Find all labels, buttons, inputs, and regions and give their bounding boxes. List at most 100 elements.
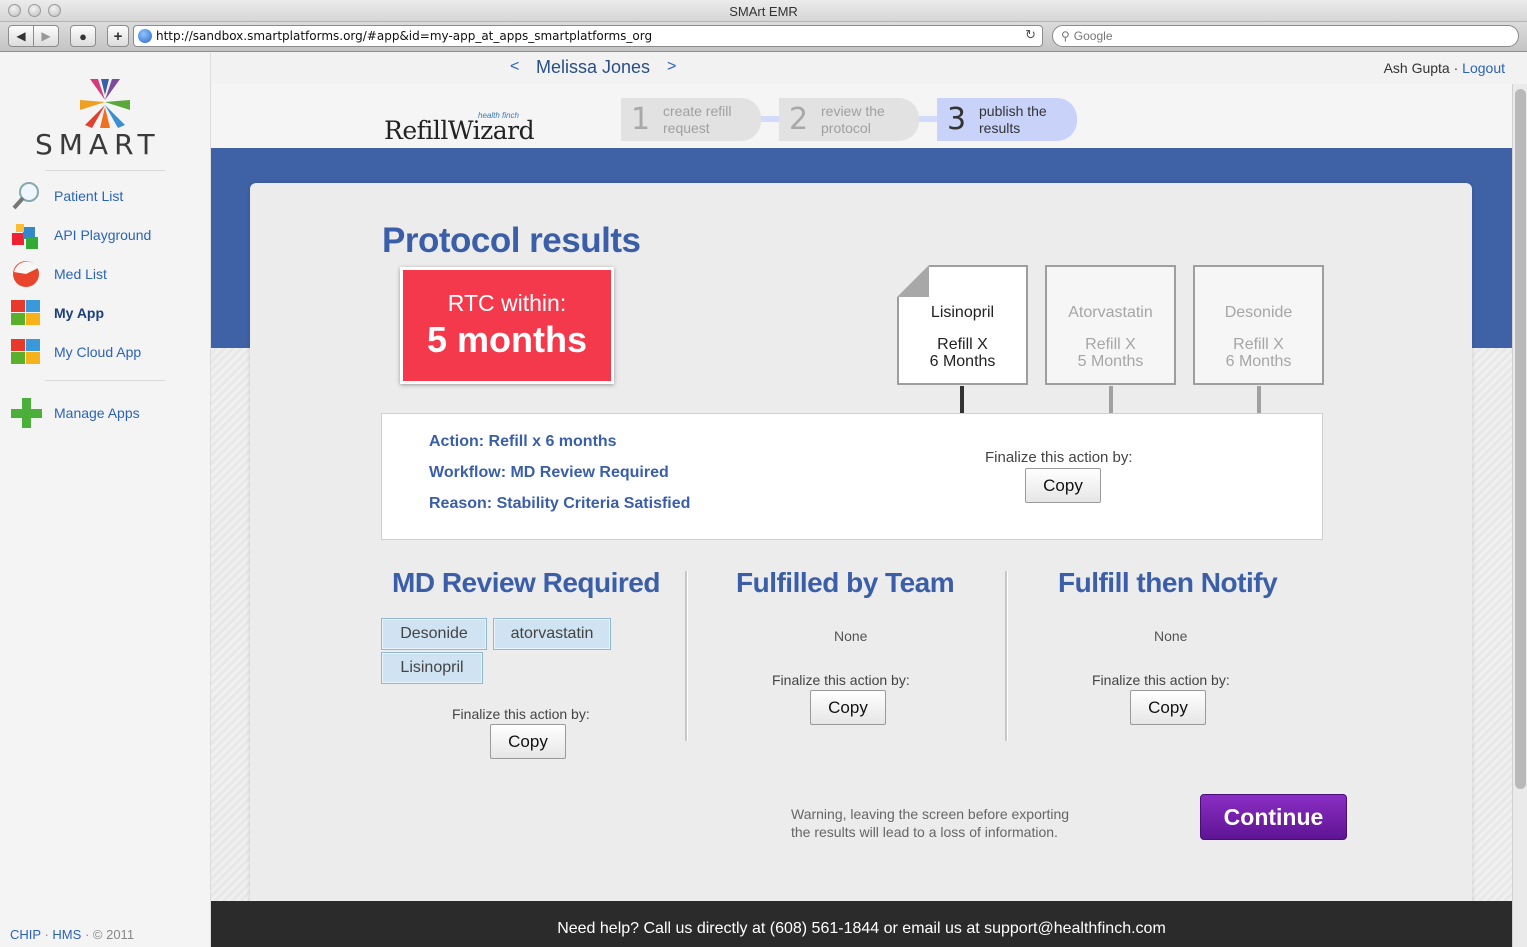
column-divider — [685, 571, 688, 741]
plus-icon — [10, 397, 42, 429]
column-title-md-review: MD Review Required — [392, 567, 660, 598]
sidebar-footer: CHIP · HMS · © 2011 — [10, 927, 134, 942]
back-arrow-icon: ◀ — [16, 29, 26, 43]
user-name: Ash Gupta — [1383, 60, 1450, 76]
help-footer: Need help? Call us directly at (608) 561… — [211, 901, 1512, 947]
med-name: Lisinopril — [930, 304, 995, 321]
forward-button[interactable]: ▶ — [33, 25, 59, 47]
warning-line: the results will lead to a loss of infor… — [791, 824, 1058, 840]
continue-button[interactable]: Continue — [1200, 794, 1347, 840]
patient-name: Melissa Jones — [536, 57, 651, 77]
back-button[interactable]: ◀ — [8, 25, 34, 47]
none-text: None — [834, 628, 868, 644]
action-text: Action: Refill x 6 months — [429, 433, 617, 450]
step-create-refill[interactable]: 1 create refill request — [621, 98, 761, 141]
step-line: protocol — [821, 119, 871, 136]
sidebar: SMART Patient List API Playground Med Li… — [0, 53, 211, 947]
app-grid-icon — [10, 336, 42, 368]
copy-button[interactable]: Copy — [810, 690, 886, 725]
prev-patient-button[interactable]: < — [510, 58, 519, 76]
copy-button[interactable]: Copy — [1025, 468, 1101, 503]
sidebar-item-api-playground[interactable]: API Playground — [10, 219, 151, 251]
pill-icon — [10, 258, 42, 290]
med-tag[interactable]: atorvastatin — [493, 618, 611, 650]
med-card-atorvastatin[interactable]: Atorvastatin Refill X5 Months — [1045, 265, 1176, 385]
rtc-box: RTC within: 5 months — [400, 267, 614, 384]
copyright: © 2011 — [92, 927, 135, 942]
sidebar-divider — [45, 380, 165, 381]
step-number: 2 — [789, 102, 809, 137]
sidebar-item-my-app[interactable]: My App — [10, 297, 104, 329]
sidebar-divider — [45, 170, 165, 171]
warning-text: Warning, leaving the screen before expor… — [791, 805, 1111, 841]
med-tag[interactable]: Lisinopril — [381, 652, 483, 684]
med-card-desonide[interactable]: Desonide Refill X6 Months — [1193, 265, 1324, 385]
vertical-scrollbar[interactable] — [1512, 84, 1527, 947]
sidebar-item-my-cloud-app[interactable]: My Cloud App — [10, 336, 141, 368]
med-months: 5 Months — [1077, 353, 1144, 370]
page-fold — [897, 265, 929, 297]
med-refill: Refill X — [1233, 336, 1284, 353]
sidebar-item-label: API Playground — [54, 227, 152, 243]
none-text: None — [1154, 628, 1188, 644]
med-connector — [1257, 386, 1261, 413]
chip-link[interactable]: CHIP — [10, 927, 41, 942]
sidebar-item-manage-apps[interactable]: Manage Apps — [10, 397, 140, 429]
plus-icon: + — [113, 27, 123, 45]
browser-toolbar: ◀ ▶ ● + http://sandbox.smartplatforms.or… — [0, 22, 1527, 52]
url-text: http://sandbox.smartplatforms.org/#app&i… — [156, 29, 653, 43]
action-box: Action: Refill x 6 months Workflow: MD R… — [381, 413, 1323, 540]
finalize-label: Finalize this action by: — [985, 449, 1133, 466]
med-name: Atorvastatin — [1068, 304, 1153, 321]
logout-link[interactable]: Logout — [1462, 60, 1505, 76]
step-review-protocol[interactable]: 2 review the protocol — [779, 98, 919, 141]
sidebar-item-label: Patient List — [54, 188, 124, 204]
hms-link[interactable]: HMS — [52, 927, 81, 942]
sidebar-item-label: Manage Apps — [54, 405, 140, 421]
search-icon: ⚲ — [1061, 29, 1070, 43]
step-line: results — [979, 119, 1021, 136]
rtc-value: 5 months — [426, 319, 587, 360]
rtc-label: RTC within: — [447, 290, 567, 316]
search-field[interactable]: ⚲ Google — [1052, 25, 1519, 47]
finalize-label: Finalize this action by: — [1092, 672, 1230, 688]
globe-icon — [138, 29, 152, 43]
address-bar[interactable]: http://sandbox.smartplatforms.org/#app&i… — [133, 25, 1043, 47]
add-bookmark-button[interactable]: + — [107, 25, 129, 47]
reload-icon[interactable]: ↻ — [1025, 28, 1036, 43]
magnifier-icon — [10, 180, 42, 212]
elephant-icon: ● — [79, 28, 87, 44]
med-card-lisinopril[interactable]: Lisinopril Refill X6 Months — [897, 265, 1028, 385]
patient-header: < Melissa Jones > Ash Gupta · Logout — [211, 53, 1527, 84]
smart-logo-text: SMART — [35, 128, 161, 161]
window-title: SMArt EMR — [729, 4, 798, 19]
step-line: review the — [821, 102, 885, 119]
column-divider — [1005, 571, 1008, 741]
evernote-button[interactable]: ● — [70, 25, 96, 47]
healthfinch-logo: health finch — [478, 111, 519, 120]
med-name: Desonide — [1224, 304, 1293, 321]
med-connector — [960, 386, 964, 413]
app-grid-icon — [10, 297, 42, 329]
copy-button[interactable]: Copy — [1130, 690, 1206, 725]
scrollbar-thumb[interactable] — [1515, 89, 1526, 789]
footer-dot: · — [84, 927, 90, 942]
med-months: 6 Months — [1225, 353, 1292, 370]
step-line: create refill — [663, 102, 732, 119]
step-publish-results[interactable]: 3 publish the results — [937, 98, 1077, 141]
app-header: RefillWizard health finch 1 create refil… — [211, 84, 1512, 148]
sidebar-item-patient-list[interactable]: Patient List — [10, 180, 123, 212]
finalize-label: Finalize this action by: — [452, 706, 590, 722]
user-area: Ash Gupta · Logout — [1384, 60, 1505, 76]
med-tag[interactable]: Desonide — [381, 618, 487, 650]
sidebar-item-label: My App — [54, 305, 105, 321]
next-patient-button[interactable]: > — [667, 58, 676, 76]
med-connector — [1109, 386, 1113, 413]
med-months: 6 Months — [929, 353, 996, 370]
step-line: request — [663, 119, 710, 136]
results-card: Protocol results RTC within: 5 months Li… — [250, 183, 1472, 913]
copy-button[interactable]: Copy — [490, 724, 566, 759]
workflow-text: Workflow: MD Review Required — [429, 464, 669, 481]
warning-line: Warning, leaving the screen before expor… — [791, 806, 1070, 822]
sidebar-item-med-list[interactable]: Med List — [10, 258, 107, 290]
